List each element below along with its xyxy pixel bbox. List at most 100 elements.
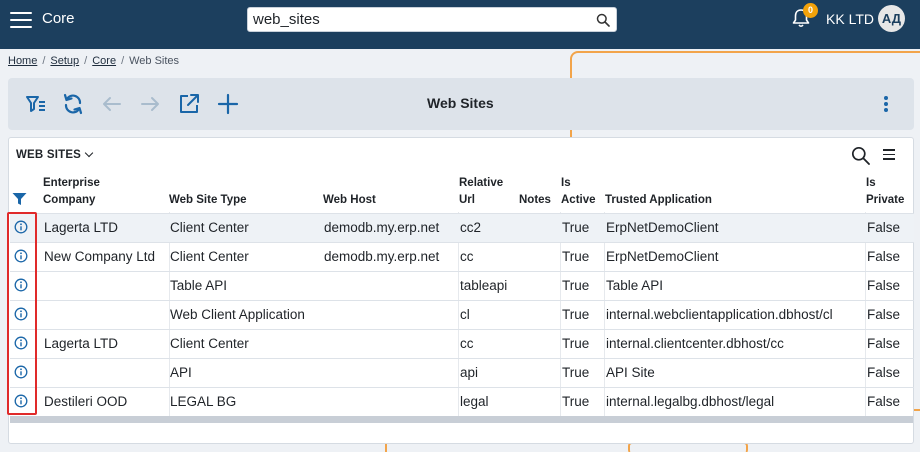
global-search-box[interactable] — [247, 7, 617, 32]
panel-title-label: WEB SITES — [16, 149, 82, 161]
breadcrumb-setup[interactable]: Setup — [50, 55, 79, 67]
table-cell: cl — [460, 307, 470, 322]
add-button[interactable] — [216, 92, 240, 116]
table-cell: ErpNetDemoClient — [606, 220, 719, 235]
toolbar: Web Sites — [8, 78, 914, 130]
column-filter-icon[interactable] — [12, 192, 27, 206]
open-external-button[interactable] — [177, 92, 201, 116]
table-cell: Table API — [170, 278, 228, 293]
table-cell: True — [562, 365, 590, 380]
table-cell: legal — [460, 394, 489, 409]
table-cell: ErpNetDemoClient — [606, 249, 719, 264]
info-icon[interactable] — [14, 220, 28, 234]
table-cell: cc — [460, 249, 474, 264]
panel-search-icon[interactable] — [851, 146, 870, 165]
table-cell: True — [562, 249, 590, 264]
table-cell: False — [867, 307, 901, 322]
breadcrumb-current: Web Sites — [129, 55, 180, 67]
table-cell: Lagerta LTD — [44, 220, 119, 235]
header-web-site-type[interactable]: Web Site Type — [169, 192, 247, 209]
plus-icon — [217, 93, 239, 115]
table-cell: api — [460, 365, 479, 380]
info-icon[interactable] — [14, 249, 28, 263]
table-cell: True — [562, 307, 590, 322]
table-cell: False — [867, 394, 901, 409]
table-cell: Client Center — [170, 220, 249, 235]
table-cell: True — [562, 336, 590, 351]
header-enterprise-company[interactable]: Enterprise Company — [43, 175, 100, 209]
table-row[interactable]: Web Client Application cl True internal.web… — [10, 300, 914, 329]
app-name: Core — [42, 10, 75, 27]
arrow-right-icon — [141, 97, 159, 111]
chevron-down-icon — [84, 148, 94, 158]
table-cell: LEGAL BG — [170, 394, 237, 409]
table-cell: Table API — [606, 278, 664, 293]
horizontal-scrollbar[interactable] — [10, 416, 913, 423]
table-cell: demodb.my.erp.net — [324, 249, 440, 264]
table-cell: False — [867, 365, 901, 380]
table-cell: True — [562, 220, 590, 235]
table-cell: New Company Ltd — [44, 249, 156, 264]
table-cell: internal.clientcenter.dbhost/cc — [606, 336, 784, 351]
avatar[interactable]: АД — [878, 5, 905, 32]
top-bar: Core 0 KK LTD АД — [0, 0, 920, 49]
more-options-icon[interactable] — [878, 92, 894, 116]
table-cell: Web Client Application — [170, 307, 305, 322]
info-icon[interactable] — [14, 278, 28, 292]
header-web-host[interactable]: Web Host — [323, 192, 376, 209]
header-is-active[interactable]: Is Active — [561, 175, 596, 209]
table-cell: API Site — [606, 365, 655, 380]
table-cell: True — [562, 278, 590, 293]
refresh-button[interactable] — [61, 92, 85, 116]
info-icon[interactable] — [14, 336, 28, 350]
filter-settings-icon — [26, 96, 45, 112]
forward-button[interactable] — [138, 92, 162, 116]
table-row[interactable]: Lagerta LTD Client Center demodb.my.erp.ne… — [10, 213, 914, 242]
breadcrumb-home[interactable]: Home — [8, 55, 37, 67]
header-relative-url[interactable]: Relative Url — [459, 175, 503, 209]
table-cell: internal.webclientapplication.dbhost/cl — [606, 307, 833, 322]
breadcrumb-core[interactable]: Core — [92, 55, 116, 67]
panel-menu-icon[interactable] — [883, 149, 897, 161]
table-cell: cc — [460, 336, 474, 351]
table-row[interactable]: Destileri OOD LEGAL BG legal True internal.l… — [10, 387, 914, 416]
table-cell: API — [170, 365, 192, 380]
table-cell: Client Center — [170, 336, 249, 351]
refresh-icon — [63, 93, 83, 115]
table-row[interactable]: New Company Ltd Client Center demodb.my.er… — [10, 242, 914, 271]
table-row[interactable]: API api True API Site False — [10, 358, 914, 387]
table-cell: Lagerta LTD — [44, 336, 119, 351]
table-cell: False — [867, 336, 901, 351]
table-row[interactable]: Table API tableapi True Table API False — [10, 271, 914, 300]
header-trusted-application[interactable]: Trusted Application — [605, 192, 712, 209]
table-cell: False — [867, 220, 901, 235]
header-notes[interactable]: Notes — [519, 192, 551, 209]
table-cell: tableapi — [460, 278, 508, 293]
search-input[interactable] — [253, 10, 588, 29]
table-cell: Client Center — [170, 249, 249, 264]
hamburger-menu-icon[interactable] — [10, 10, 34, 30]
table-cell: internal.legalbg.dbhost/legal — [606, 394, 775, 409]
page-title: Web Sites — [427, 95, 494, 111]
panel-title-dropdown[interactable]: WEB SITES — [16, 148, 94, 161]
filter-options-button[interactable] — [24, 92, 48, 116]
search-icon[interactable] — [596, 13, 610, 27]
table-cell: False — [867, 278, 901, 293]
table-cell: False — [867, 249, 901, 264]
breadcrumb: Home / Setup / Core / Web Sites — [8, 55, 180, 67]
arrow-left-icon — [103, 97, 121, 111]
table-cell: True — [562, 394, 590, 409]
header-is-private[interactable]: Is Private — [866, 175, 904, 209]
table-cell: demodb.my.erp.net — [324, 220, 440, 235]
table-cell: cc2 — [460, 220, 482, 235]
info-icon[interactable] — [14, 394, 28, 408]
external-link-icon — [180, 94, 199, 113]
table-cell: Destileri OOD — [44, 394, 128, 409]
company-selector[interactable]: KK LTD — [826, 11, 874, 27]
info-icon[interactable] — [14, 307, 28, 321]
web-sites-panel: WEB SITES Enterprise Company Web Site Typ… — [8, 137, 914, 444]
notification-badge: 0 — [803, 3, 818, 18]
table-row[interactable]: Lagerta LTD Client Center cc True internal.c… — [10, 329, 914, 358]
back-button[interactable] — [100, 92, 124, 116]
info-icon[interactable] — [14, 365, 28, 379]
